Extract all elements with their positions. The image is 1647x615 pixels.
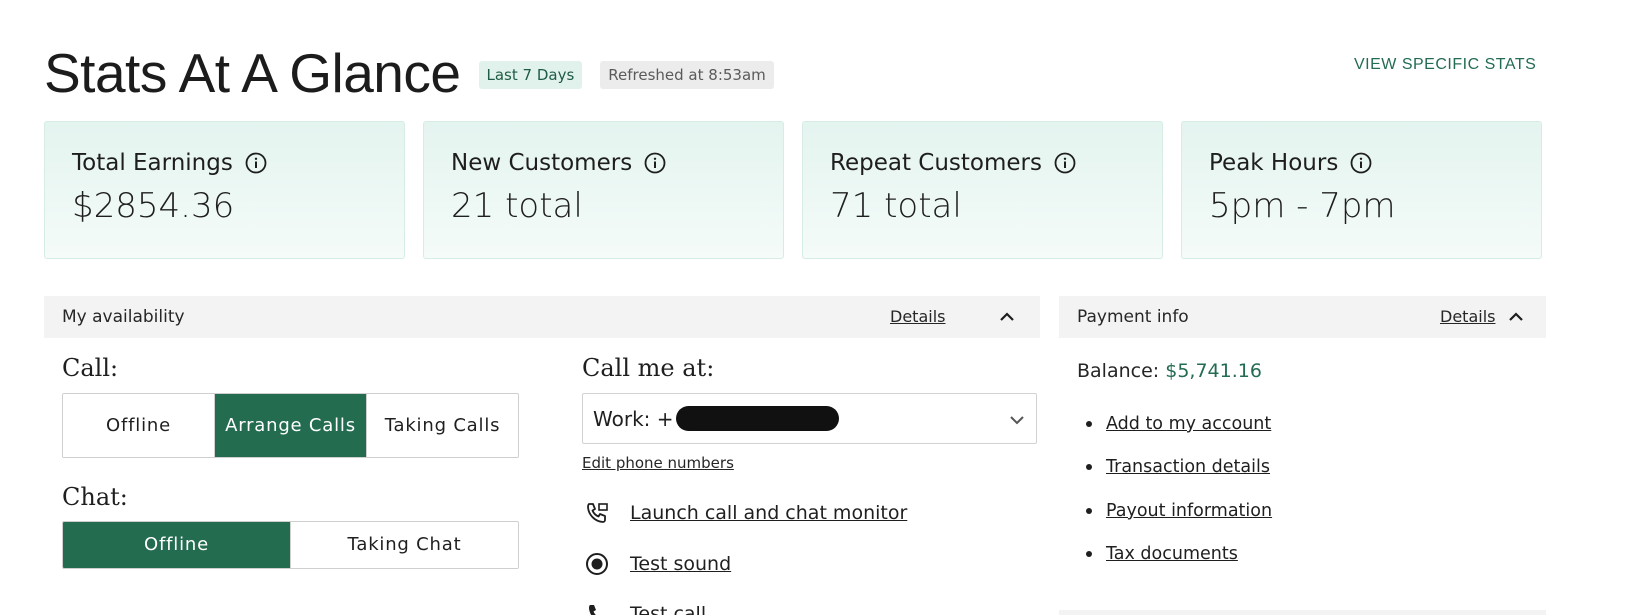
payment-details-link[interactable]: Details bbox=[1440, 307, 1495, 326]
stat-title: Peak Hours bbox=[1209, 150, 1339, 176]
stat-value: 21 total bbox=[451, 186, 583, 226]
page-title: Stats At A Glance bbox=[44, 42, 461, 104]
stat-card-total-earnings: Total Earnings $2854.36 bbox=[44, 121, 405, 259]
chat-status-selector: Offline Taking Chat bbox=[62, 521, 519, 569]
stat-card-new-customers: New Customers 21 total bbox=[423, 121, 784, 259]
balance-label: Balance: bbox=[1077, 360, 1160, 382]
chat-taking-chat-button[interactable]: Taking Chat bbox=[291, 522, 518, 568]
chevron-up-icon[interactable] bbox=[998, 308, 1016, 326]
stat-card-peak-hours: Peak Hours 5pm - 7pm bbox=[1181, 121, 1542, 259]
info-icon[interactable] bbox=[1054, 152, 1076, 174]
launch-monitor-link[interactable]: Launch call and chat monitor bbox=[630, 502, 907, 524]
date-range-badge: Last 7 Days bbox=[478, 61, 583, 89]
call-arrange-calls-button[interactable]: Arrange Calls bbox=[215, 394, 367, 457]
list-item: Payout information bbox=[1086, 489, 1272, 533]
list-item: Tax documents bbox=[1086, 533, 1272, 577]
phone-value-prefix: Work: + bbox=[593, 406, 674, 431]
call-me-at-label: Call me at: bbox=[582, 354, 715, 382]
tax-documents-link[interactable]: Tax documents bbox=[1106, 544, 1238, 564]
refresh-time-badge: Refreshed at 8:53am bbox=[600, 61, 774, 89]
payment-links-list: Add to my account Transaction details Pa… bbox=[1086, 402, 1272, 576]
payment-panel-header[interactable]: Payment info Details bbox=[1059, 296, 1546, 338]
call-label: Call: bbox=[62, 354, 119, 382]
page-header: Stats At A Glance Last 7 Days Refreshed … bbox=[44, 38, 774, 108]
info-icon[interactable] bbox=[245, 152, 267, 174]
phone-monitor-icon bbox=[584, 500, 610, 526]
info-icon[interactable] bbox=[1350, 152, 1372, 174]
next-panel-header-edge bbox=[1059, 610, 1546, 615]
test-call-link[interactable]: Test call bbox=[630, 603, 706, 615]
action-row-test-sound: Test sound bbox=[584, 551, 731, 577]
stats-row: Total Earnings $2854.36 New Customers 21… bbox=[44, 121, 1542, 259]
stat-value: 5pm - 7pm bbox=[1209, 186, 1396, 226]
edit-phone-numbers-link[interactable]: Edit phone numbers bbox=[582, 454, 734, 472]
stat-value: 71 total bbox=[830, 186, 962, 226]
add-to-account-link[interactable]: Add to my account bbox=[1106, 414, 1271, 434]
balance: Balance: $5,741.16 bbox=[1077, 360, 1262, 382]
call-status-selector: Offline Arrange Calls Taking Calls bbox=[62, 393, 519, 458]
stat-title: New Customers bbox=[451, 150, 633, 176]
stat-card-repeat-customers: Repeat Customers 71 total bbox=[802, 121, 1163, 259]
chevron-down-icon bbox=[1008, 410, 1026, 428]
availability-panel-header[interactable]: My availability Details bbox=[44, 296, 1040, 338]
chevron-up-icon[interactable] bbox=[1507, 308, 1525, 326]
list-item: Add to my account bbox=[1086, 402, 1272, 446]
redacted-phone-number bbox=[675, 406, 839, 431]
call-offline-button[interactable]: Offline bbox=[63, 394, 215, 457]
availability-panel-title: My availability bbox=[62, 307, 185, 327]
stat-title: Repeat Customers bbox=[830, 150, 1042, 176]
chat-offline-button[interactable]: Offline bbox=[63, 522, 291, 568]
action-row-test-call: Test call bbox=[584, 601, 706, 615]
phone-number-select[interactable]: Work: + bbox=[582, 393, 1037, 444]
availability-details-link[interactable]: Details bbox=[890, 307, 945, 326]
view-specific-stats-link[interactable]: VIEW SPECIFIC STATS bbox=[1354, 56, 1536, 74]
info-icon[interactable] bbox=[644, 152, 666, 174]
list-item: Transaction details bbox=[1086, 446, 1272, 490]
action-row-monitor: Launch call and chat monitor bbox=[584, 500, 907, 526]
chat-label: Chat: bbox=[62, 483, 128, 511]
balance-value: $5,741.16 bbox=[1165, 360, 1262, 382]
phone-icon bbox=[584, 601, 610, 615]
stat-value: $2854.36 bbox=[72, 186, 235, 226]
stat-title: Total Earnings bbox=[72, 150, 233, 176]
radio-target-icon bbox=[584, 551, 610, 577]
payment-panel-title: Payment info bbox=[1077, 307, 1189, 327]
test-sound-link[interactable]: Test sound bbox=[630, 553, 731, 575]
payout-information-link[interactable]: Payout information bbox=[1106, 501, 1272, 521]
call-taking-calls-button[interactable]: Taking Calls bbox=[367, 394, 518, 457]
transaction-details-link[interactable]: Transaction details bbox=[1106, 457, 1270, 477]
